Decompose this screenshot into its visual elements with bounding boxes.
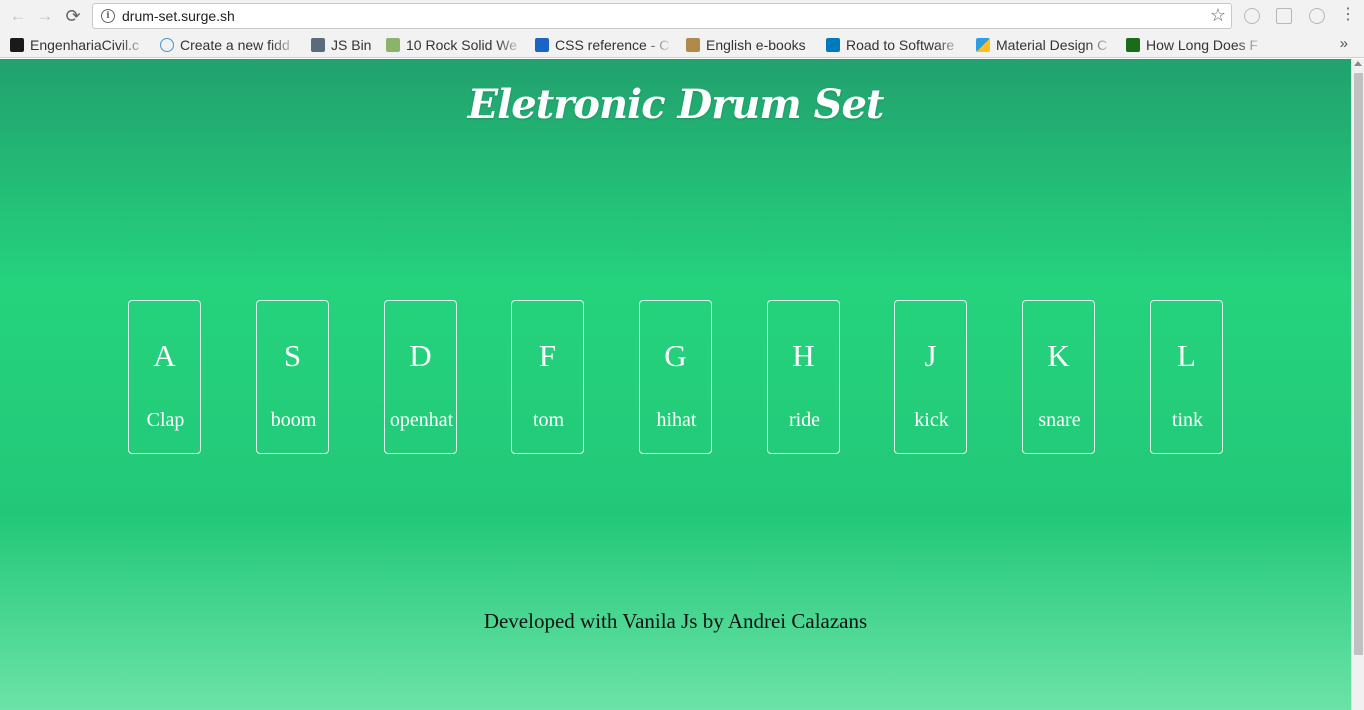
drum-key-h[interactable]: H ride xyxy=(767,300,840,454)
drum-key-f[interactable]: F tom xyxy=(511,300,584,454)
bracket-a-icon xyxy=(1126,38,1140,52)
bookmark-item[interactable]: JS Bin xyxy=(311,36,375,54)
site-info-icon[interactable]: i xyxy=(101,9,115,23)
key-letter: H xyxy=(792,338,815,373)
bookmark-label: 10 Rock Solid We xyxy=(406,37,518,53)
ec-logo-icon xyxy=(10,38,24,52)
d-icon xyxy=(386,38,400,52)
extension-icon[interactable] xyxy=(1309,8,1325,24)
bookmark-label: EngenhariaCivil.c xyxy=(30,37,139,53)
bookmark-label: Create a new fidd xyxy=(180,37,290,53)
book-icon xyxy=(686,38,700,52)
page-content: Eletronic Drum Set A Clap S boom D openh… xyxy=(0,59,1351,710)
extension-icon[interactable] xyxy=(1276,8,1292,24)
key-sound: hihat xyxy=(656,409,697,431)
page-title: Eletronic Drum Set xyxy=(467,81,885,128)
key-sound: openhat xyxy=(389,409,454,431)
drum-key-s[interactable]: S boom xyxy=(256,300,329,454)
bookmark-label: JS Bin xyxy=(331,37,372,53)
bookmark-item[interactable]: Material Design C xyxy=(976,36,1114,54)
bookmark-label: English e-books xyxy=(706,37,806,53)
address-bar[interactable]: i drum-set.surge.sh ☆ xyxy=(92,3,1232,29)
key-letter: F xyxy=(538,338,557,373)
extension-icon[interactable] xyxy=(1244,8,1260,24)
key-letter: K xyxy=(1047,338,1070,373)
browser-toolbar: ← → ⟳ i drum-set.surge.sh ☆ ⋮ xyxy=(0,0,1364,32)
bookmark-item[interactable]: Create a new fidd xyxy=(160,36,298,54)
scroll-up-arrow-icon[interactable] xyxy=(1354,61,1362,66)
forward-arrow-icon[interactable]: → xyxy=(35,6,55,26)
bookmarks-bar: EngenhariaCivil.c Create a new fidd JS B… xyxy=(0,32,1364,58)
drum-key-l[interactable]: L tink xyxy=(1150,300,1223,454)
key-letter: G xyxy=(664,338,687,373)
css-icon xyxy=(535,38,549,52)
drum-key-d[interactable]: D openhat xyxy=(384,300,457,454)
drum-key-g[interactable]: G hihat xyxy=(639,300,712,454)
key-sound: Clap xyxy=(146,409,185,431)
key-sound: boom xyxy=(270,409,317,431)
material-icon xyxy=(976,38,990,52)
browser-menu-icon[interactable]: ⋮ xyxy=(1340,6,1356,24)
jsbin-icon xyxy=(311,38,325,52)
scrollbar-thumb[interactable] xyxy=(1354,73,1363,655)
key-sound: ride xyxy=(788,409,821,431)
bookmark-item[interactable]: CSS reference - C xyxy=(535,36,673,54)
key-sound: kick xyxy=(914,409,949,431)
bookmark-item[interactable]: Road to Software xyxy=(826,36,964,54)
footer-credit: Developed with Vanila Js by Andrei Calaz… xyxy=(483,609,868,633)
bookmark-item[interactable]: English e-books xyxy=(686,36,816,54)
back-arrow-icon[interactable]: ← xyxy=(8,6,28,26)
more-bookmarks-icon[interactable]: » xyxy=(1340,35,1348,52)
url-text[interactable]: drum-set.surge.sh xyxy=(122,8,235,24)
key-sound: tink xyxy=(1171,409,1204,431)
cloud-icon xyxy=(160,38,174,52)
vertical-scrollbar[interactable] xyxy=(1351,59,1364,710)
bookmark-star-icon[interactable]: ☆ xyxy=(1210,5,1226,26)
key-sound: tom xyxy=(532,409,565,431)
bookmark-item[interactable]: 10 Rock Solid We xyxy=(386,36,524,54)
bookmark-item[interactable]: How Long Does F xyxy=(1126,36,1264,54)
drum-key-k[interactable]: K snare xyxy=(1022,300,1095,454)
bookmark-label: Road to Software xyxy=(846,37,955,53)
bookmark-label: CSS reference - C xyxy=(555,37,670,53)
trello-icon xyxy=(826,38,840,52)
drum-key-a[interactable]: A Clap xyxy=(128,300,201,454)
bookmark-label: Material Design C xyxy=(996,37,1108,53)
key-letter: S xyxy=(283,338,302,373)
key-sound: snare xyxy=(1038,409,1081,431)
reload-icon[interactable]: ⟳ xyxy=(63,6,83,26)
drum-key-j[interactable]: J kick xyxy=(894,300,967,454)
key-letter: A xyxy=(153,338,176,373)
key-letter: L xyxy=(1177,338,1196,373)
bookmark-label: How Long Does F xyxy=(1146,37,1259,53)
drum-keys: A Clap S boom D openhat F tom G hihat H … xyxy=(128,300,1223,454)
bookmark-item[interactable]: EngenhariaCivil.c xyxy=(10,36,148,54)
key-letter: J xyxy=(924,338,937,373)
key-letter: D xyxy=(409,338,432,373)
